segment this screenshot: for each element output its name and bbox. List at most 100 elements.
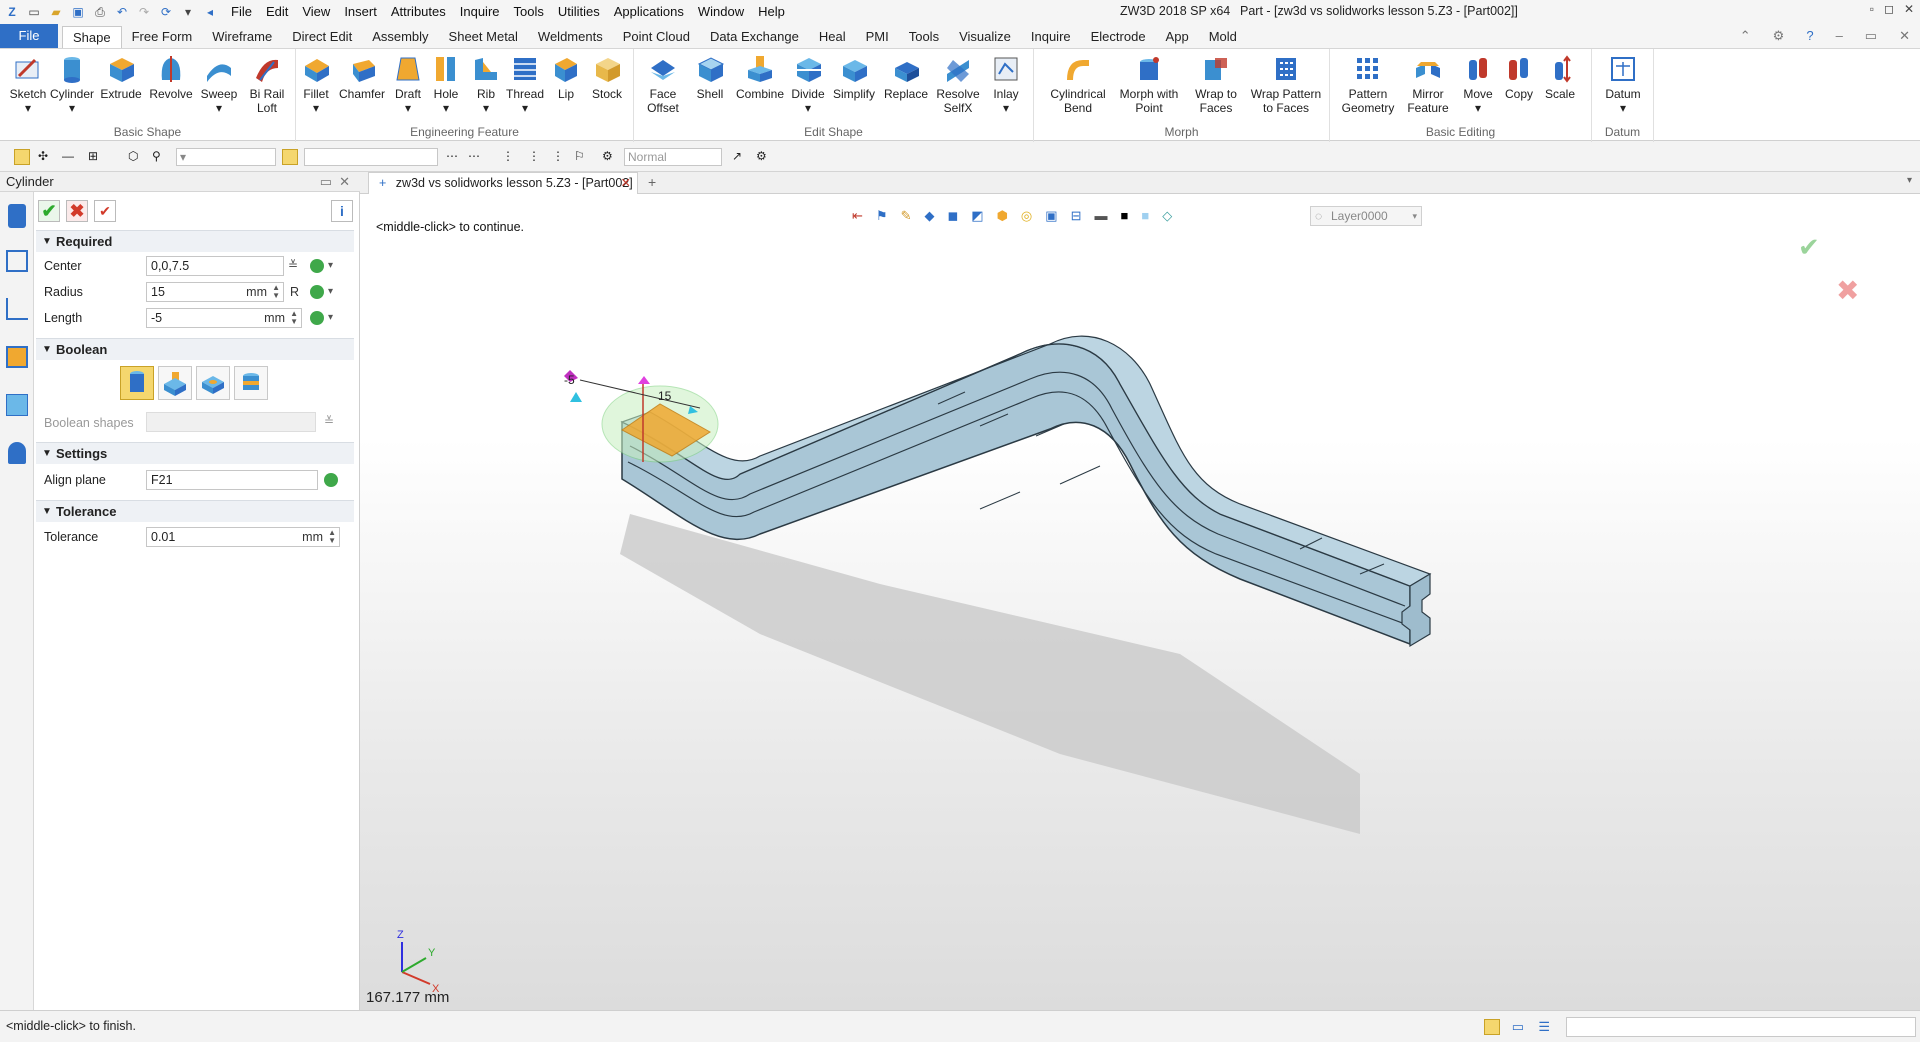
inlay-button[interactable]: Inlay ▾	[986, 53, 1026, 115]
tab-close-icon[interactable]: ✕	[621, 173, 631, 193]
morph-with-point-button[interactable]: Morph with Point	[1114, 53, 1184, 115]
new-tab-icon[interactable]: +	[648, 174, 656, 190]
menu-applications[interactable]: Applications	[607, 0, 691, 24]
spinner-icon[interactable]: ▲ ▼	[290, 310, 298, 326]
lip-button[interactable]: Lip	[548, 53, 584, 101]
panel-close-icon[interactable]: ✕	[339, 172, 350, 191]
rebuild-icon[interactable]: ⟳	[158, 4, 174, 20]
tab-wireframe[interactable]: Wireframe	[202, 26, 282, 48]
save-icon[interactable]: ▣	[70, 4, 86, 20]
intersect-boolean-button[interactable]	[234, 366, 268, 400]
thread-button[interactable]: Thread ▾	[504, 53, 546, 115]
add-boolean-button[interactable]	[158, 366, 192, 400]
distribute-icon[interactable]: ⋯	[468, 149, 484, 165]
customize-dropdown-icon[interactable]: ▾	[180, 4, 196, 20]
menu-window[interactable]: Window	[691, 0, 751, 24]
tab-direct-edit[interactable]: Direct Edit	[282, 26, 362, 48]
status-toggle-icon[interactable]	[1484, 1019, 1500, 1035]
menu-utilities[interactable]: Utilities	[551, 0, 607, 24]
tab-data-exchange[interactable]: Data Exchange	[700, 26, 809, 48]
menu-view[interactable]: View	[295, 0, 337, 24]
menu-tools[interactable]: Tools	[507, 0, 551, 24]
select-arrow-icon[interactable]	[14, 149, 30, 165]
face-offset-button[interactable]: Face Offset	[640, 53, 686, 115]
minimize-icon[interactable]: –	[1836, 28, 1843, 44]
cancel-x-icon[interactable]: ✖	[66, 200, 88, 222]
expand-icon[interactable]: ≚	[288, 258, 298, 272]
new-file-icon[interactable]: ▭	[26, 4, 42, 20]
tab-shape[interactable]: Shape	[62, 26, 122, 48]
document-tab[interactable]: + zw3d vs solidworks lesson 5.Z3 - [Part…	[368, 172, 638, 194]
back-arrow-icon[interactable]: ◂	[202, 4, 218, 20]
cylindrical-bend-button[interactable]: Cylindrical Bend	[1046, 53, 1110, 115]
draft-button[interactable]: Draft ▾	[390, 53, 426, 115]
close-icon[interactable]: ✕	[1899, 28, 1910, 44]
spinner-icon[interactable]: ▲ ▼	[328, 529, 336, 545]
move-button[interactable]: Move ▾	[1458, 53, 1498, 115]
spinner-icon[interactable]: ▲ ▼	[272, 284, 280, 300]
tab-inquire[interactable]: Inquire	[1021, 26, 1081, 48]
resolve-selfx-button[interactable]: Resolve SelfX	[932, 53, 984, 115]
3d-viewport[interactable]: <middle-click> to continue. ⇤ ⚑ ✎ ◆ ◼ ◩ …	[360, 194, 1920, 1010]
collapse-ribbon-icon[interactable]: ⌃	[1740, 28, 1751, 44]
pick-plane-icon[interactable]	[324, 473, 338, 487]
settings-gear-icon[interactable]: ⚙	[1773, 28, 1785, 44]
tab-mold[interactable]: Mold	[1199, 26, 1247, 48]
filter-icon[interactable]: ⚲	[152, 149, 168, 165]
tab-sheet-metal[interactable]: Sheet Metal	[439, 26, 528, 48]
image-tab-icon[interactable]	[6, 394, 28, 416]
monitor-icon[interactable]: ▭	[1512, 1019, 1524, 1035]
align-center-icon[interactable]: ⋮	[528, 149, 544, 165]
part-tab-icon[interactable]	[6, 346, 28, 368]
ok-check-icon[interactable]: ✔	[38, 200, 60, 222]
restore-icon[interactable]: ▭	[1865, 28, 1877, 44]
mirror-feature-button[interactable]: Mirror Feature	[1400, 53, 1456, 115]
copy-button[interactable]: Copy	[1500, 53, 1538, 101]
user-tab-icon[interactable]	[8, 442, 26, 464]
handle-cyan[interactable]	[570, 392, 582, 402]
align-plane-field[interactable]: F21	[146, 470, 318, 490]
assembly-tab-icon[interactable]	[6, 298, 28, 320]
lock-icon[interactable]: ⚐	[574, 149, 590, 165]
part-model[interactable]: -5 15 Z X Y	[360, 194, 1920, 1010]
radius-field[interactable]: 15 mm ▲ ▼	[146, 282, 284, 302]
bi-rail-loft-button[interactable]: Bi Rail Loft	[242, 53, 292, 115]
pick-radius-icon[interactable]	[310, 285, 324, 299]
datum-button[interactable]: Datum ▾	[1600, 53, 1646, 115]
tab-app[interactable]: App	[1156, 26, 1199, 48]
wrap-to-faces-button[interactable]: Wrap to Faces	[1186, 53, 1246, 115]
hole-button[interactable]: Hole ▾	[428, 53, 464, 115]
combine-button[interactable]: Combine	[734, 53, 786, 101]
radius-r-label[interactable]: R	[290, 285, 299, 299]
tab-weldments[interactable]: Weldments	[528, 26, 613, 48]
menu-file[interactable]: File	[224, 0, 259, 24]
stock-button[interactable]: Stock	[586, 53, 628, 101]
open-folder-icon[interactable]: ▰	[48, 4, 64, 20]
render-mode-select[interactable]: Normal	[624, 148, 722, 166]
command-input[interactable]	[1566, 1017, 1916, 1037]
sketch-button[interactable]: Sketch ▾	[6, 53, 50, 115]
pin-icon[interactable]: ▭	[320, 172, 332, 191]
info-icon[interactable]: i	[331, 200, 353, 222]
render-settings-icon[interactable]: ⚙	[602, 149, 618, 165]
redo-icon[interactable]: ↷	[136, 4, 152, 20]
feature-tab-icon[interactable]	[8, 204, 26, 228]
handle-top[interactable]	[638, 376, 650, 384]
section-boolean[interactable]: ▼ Boolean	[36, 338, 354, 360]
menu-attributes[interactable]: Attributes	[384, 0, 453, 24]
close-small-icon[interactable]: ✕	[1904, 2, 1914, 16]
tab-assembly[interactable]: Assembly	[362, 26, 438, 48]
extrude-button[interactable]: Extrude	[98, 53, 144, 101]
replace-button[interactable]: Replace	[882, 53, 930, 101]
grid-snap-icon[interactable]: ⊞	[88, 149, 104, 165]
cylinder-button[interactable]: Cylinder ▾	[50, 53, 94, 115]
menu-edit[interactable]: Edit	[259, 0, 295, 24]
align-left-icon[interactable]: ⋮	[502, 149, 518, 165]
sweep-button[interactable]: Sweep ▾	[198, 53, 240, 115]
menu-insert[interactable]: Insert	[337, 0, 384, 24]
snap-tool-icon[interactable]: ⚙	[756, 149, 772, 165]
arrow-tool-icon[interactable]: ↗	[732, 149, 748, 165]
shape-filter-icon[interactable]: ⬡	[128, 149, 144, 165]
shell-button[interactable]: Shell	[688, 53, 732, 101]
chamfer-button[interactable]: Chamfer	[338, 53, 386, 101]
